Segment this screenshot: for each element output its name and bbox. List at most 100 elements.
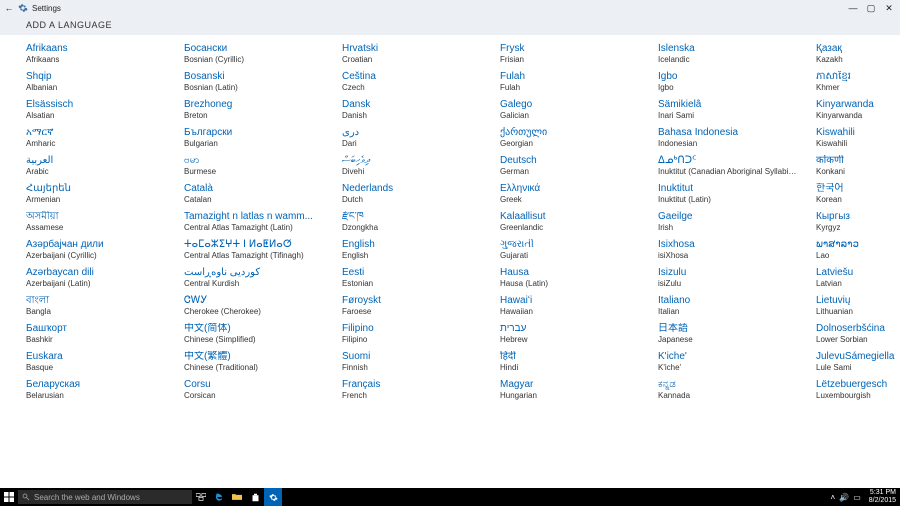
store-icon[interactable]: [246, 488, 264, 506]
minimize-button[interactable]: —: [844, 1, 862, 15]
volume-icon[interactable]: 🔊: [839, 493, 849, 502]
language-item[interactable]: AfrikaansAfrikaans: [26, 43, 166, 65]
language-item[interactable]: MagyarHungarian: [500, 379, 640, 401]
language-item[interactable]: FilipinoFilipino: [342, 323, 482, 345]
language-item[interactable]: CatalàCatalan: [184, 183, 324, 205]
notification-icon[interactable]: ▭: [853, 493, 861, 502]
taskbar-clock[interactable]: 5:31 PM 8/2/2015: [869, 489, 896, 505]
language-item[interactable]: کوردیی ناوەڕاستCentral Kurdish: [184, 267, 324, 289]
settings-taskbar-icon[interactable]: [264, 488, 282, 506]
language-english: Divehi: [342, 167, 482, 177]
language-item[interactable]: ဗမာBurmese: [184, 155, 324, 177]
language-item[interactable]: 中文(繁體)Chinese (Traditional): [184, 351, 324, 373]
language-item[interactable]: DolnoserbšćinaLower Sorbian: [816, 323, 900, 345]
close-button[interactable]: ✕: [880, 1, 898, 15]
language-item[interactable]: FøroysktFaroese: [342, 295, 482, 317]
language-item[interactable]: ÍslenskaIcelandic: [658, 43, 798, 65]
language-item[interactable]: ᏣᎳᎩCherokee (Cherokee): [184, 295, 324, 317]
language-item[interactable]: 한국어Korean: [816, 183, 900, 205]
tray-chevron-icon[interactable]: ˄: [831, 493, 836, 502]
language-item[interactable]: ҚазақKazakh: [816, 43, 900, 65]
language-item[interactable]: ČeštinaCzech: [342, 71, 482, 93]
language-item[interactable]: Tamazight n latlas n wamm...Central Atla…: [184, 211, 324, 233]
language-item[interactable]: SuomiFinnish: [342, 351, 482, 373]
language-item[interactable]: ΕλληνικάGreek: [500, 183, 640, 205]
language-item[interactable]: ქართულიGeorgian: [500, 127, 640, 149]
start-button[interactable]: [0, 488, 18, 506]
language-item[interactable]: КыргызKyrgyz: [816, 211, 900, 233]
language-item[interactable]: IsixhosaisiXhosa: [658, 239, 798, 261]
language-item[interactable]: עבריתHebrew: [500, 323, 640, 345]
language-item[interactable]: HausaHausa (Latin): [500, 267, 640, 289]
language-item[interactable]: 日本語Japanese: [658, 323, 798, 345]
language-item[interactable]: БеларускаяBelarusian: [26, 379, 166, 401]
language-item[interactable]: العربيةArabic: [26, 155, 166, 177]
language-item[interactable]: InuktitutInuktitut (Latin): [658, 183, 798, 205]
language-item[interactable]: FrançaisFrench: [342, 379, 482, 401]
language-item[interactable]: БашҡортBashkir: [26, 323, 166, 345]
language-item[interactable]: KiswahiliKiswahili: [816, 127, 900, 149]
language-english: Galician: [500, 111, 640, 121]
language-item[interactable]: বাংলাBangla: [26, 295, 166, 317]
language-item[interactable]: CorsuCorsican: [184, 379, 324, 401]
language-item[interactable]: KinyarwandaKinyarwanda: [816, 99, 900, 121]
language-item[interactable]: LietuviųLithuanian: [816, 295, 900, 317]
language-item[interactable]: Азәрбајҹан дилиAzerbaijani (Cyrillic): [26, 239, 166, 261]
language-item[interactable]: ᐃᓄᒃᑎᑐᑦInuktitut (Canadian Aboriginal Syl…: [658, 155, 798, 177]
language-item[interactable]: ಕನ್ನಡKannada: [658, 379, 798, 401]
language-item[interactable]: DanskDanish: [342, 99, 482, 121]
language-item[interactable]: ElsässischAlsatian: [26, 99, 166, 121]
maximize-button[interactable]: ▢: [862, 1, 880, 15]
language-item[interactable]: ShqipAlbanian: [26, 71, 166, 93]
language-item[interactable]: GaeilgeIrish: [658, 211, 798, 233]
language-native: Magyar: [500, 379, 640, 391]
language-item[interactable]: 中文(简体)Chinese (Simplified): [184, 323, 324, 345]
language-item[interactable]: DeutschGerman: [500, 155, 640, 177]
language-item[interactable]: FulahFulah: [500, 71, 640, 93]
language-item[interactable]: ՀայերենArmenian: [26, 183, 166, 205]
language-item[interactable]: LëtzebuergeschLuxembourgish: [816, 379, 900, 401]
language-item[interactable]: ItalianoItalian: [658, 295, 798, 317]
language-item[interactable]: Bahasa IndonesiaIndonesian: [658, 127, 798, 149]
language-item[interactable]: EuskaraBasque: [26, 351, 166, 373]
language-item[interactable]: K'iche'K'iche': [658, 351, 798, 373]
language-native: हिंदी: [500, 351, 640, 363]
language-item[interactable]: LatviešuLatvian: [816, 267, 900, 289]
language-item[interactable]: कोंकणीKonkani: [816, 155, 900, 177]
system-tray[interactable]: ˄ 🔊 ▭ 5:31 PM 8/2/2015: [831, 489, 900, 505]
language-item[interactable]: ⵜⴰⵎⴰⵣⵉⵖⵜ ⵏ ⵍⴰⵟⵍⴰⵚCentral Atlas Tamazight…: [184, 239, 324, 261]
language-item[interactable]: ភាសាខ្មែរKhmer: [816, 71, 900, 93]
language-item[interactable]: NederlandsDutch: [342, 183, 482, 205]
language-item[interactable]: BosanskiBosnian (Latin): [184, 71, 324, 93]
language-item[interactable]: हिंदीHindi: [500, 351, 640, 373]
language-item[interactable]: KalaallisutGreenlandic: [500, 211, 640, 233]
language-item[interactable]: HrvatskiCroatian: [342, 43, 482, 65]
edge-icon[interactable]: [210, 488, 228, 506]
language-item[interactable]: BrezhonegBreton: [184, 99, 324, 121]
language-item[interactable]: HawaiʻiHawaiian: [500, 295, 640, 317]
task-view-icon[interactable]: [192, 488, 210, 506]
language-item[interactable]: FryskFrisian: [500, 43, 640, 65]
language-item[interactable]: አማርኛAmharic: [26, 127, 166, 149]
language-item[interactable]: অসমীয়াAssamese: [26, 211, 166, 233]
language-item[interactable]: IgboIgbo: [658, 71, 798, 93]
language-item[interactable]: درىDari: [342, 127, 482, 149]
language-item[interactable]: ગુજરાતીGujarati: [500, 239, 640, 261]
language-item[interactable]: ພາສາລາວLao: [816, 239, 900, 261]
back-button[interactable]: ←: [2, 1, 16, 15]
language-item[interactable]: ދިވެހިބަސްDivehi: [342, 155, 482, 177]
language-item[interactable]: БългарскиBulgarian: [184, 127, 324, 149]
taskbar-search[interactable]: Search the web and Windows: [18, 490, 192, 504]
language-item[interactable]: JulevuSámegiellaLule Sami: [816, 351, 900, 373]
language-native: ქართული: [500, 127, 640, 139]
language-item[interactable]: SämikielâInari Sami: [658, 99, 798, 121]
language-english: Kinyarwanda: [816, 111, 900, 121]
language-item[interactable]: EestiEstonian: [342, 267, 482, 289]
language-item[interactable]: རྫོང་ཁDzongkha: [342, 211, 482, 233]
file-explorer-icon[interactable]: [228, 488, 246, 506]
language-item[interactable]: БосанскиBosnian (Cyrillic): [184, 43, 324, 65]
language-item[interactable]: Azərbaycan diliAzerbaijani (Latin): [26, 267, 166, 289]
language-item[interactable]: IsizuluisiZulu: [658, 267, 798, 289]
language-item[interactable]: GalegoGalician: [500, 99, 640, 121]
language-item[interactable]: EnglishEnglish: [342, 239, 482, 261]
